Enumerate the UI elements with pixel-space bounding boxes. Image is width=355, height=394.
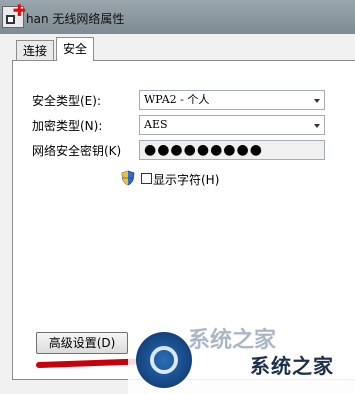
window-title: han 无线网络属性 (26, 12, 125, 26)
security-type-label: 安全类型(E): (32, 94, 101, 108)
encryption-type-label: 加密类型(N): (32, 119, 103, 133)
security-type-value: WPA2 - 个人 (144, 93, 210, 106)
watermark: 系统之家 系统之家 (128, 326, 355, 394)
advanced-settings-button[interactable]: 高级设置(D) (36, 332, 128, 354)
shield-icon (121, 170, 135, 186)
chevron-down-icon (314, 99, 320, 103)
tab-connection[interactable]: 连接 (16, 40, 55, 60)
network-icon: ✚ (2, 3, 26, 28)
network-key-field[interactable]: ●●●●●●●●● (139, 140, 325, 160)
watermark-logo-icon (136, 332, 192, 388)
chevron-down-icon (314, 124, 320, 128)
show-chars-checkbox[interactable] (141, 173, 152, 184)
encryption-type-value: AES (144, 118, 168, 131)
tab-security[interactable]: 安全 (56, 37, 95, 61)
security-type-select[interactable]: WPA2 - 个人 (139, 90, 325, 110)
window-titlebar: ✚ han 无线网络属性 (0, 0, 355, 34)
show-chars-label[interactable]: 显示字符(H) (153, 171, 219, 188)
network-key-label: 网络安全密钥(K) (32, 144, 122, 158)
watermark-text: 系统之家 (250, 354, 334, 378)
encryption-type-select[interactable]: AES (139, 115, 325, 135)
